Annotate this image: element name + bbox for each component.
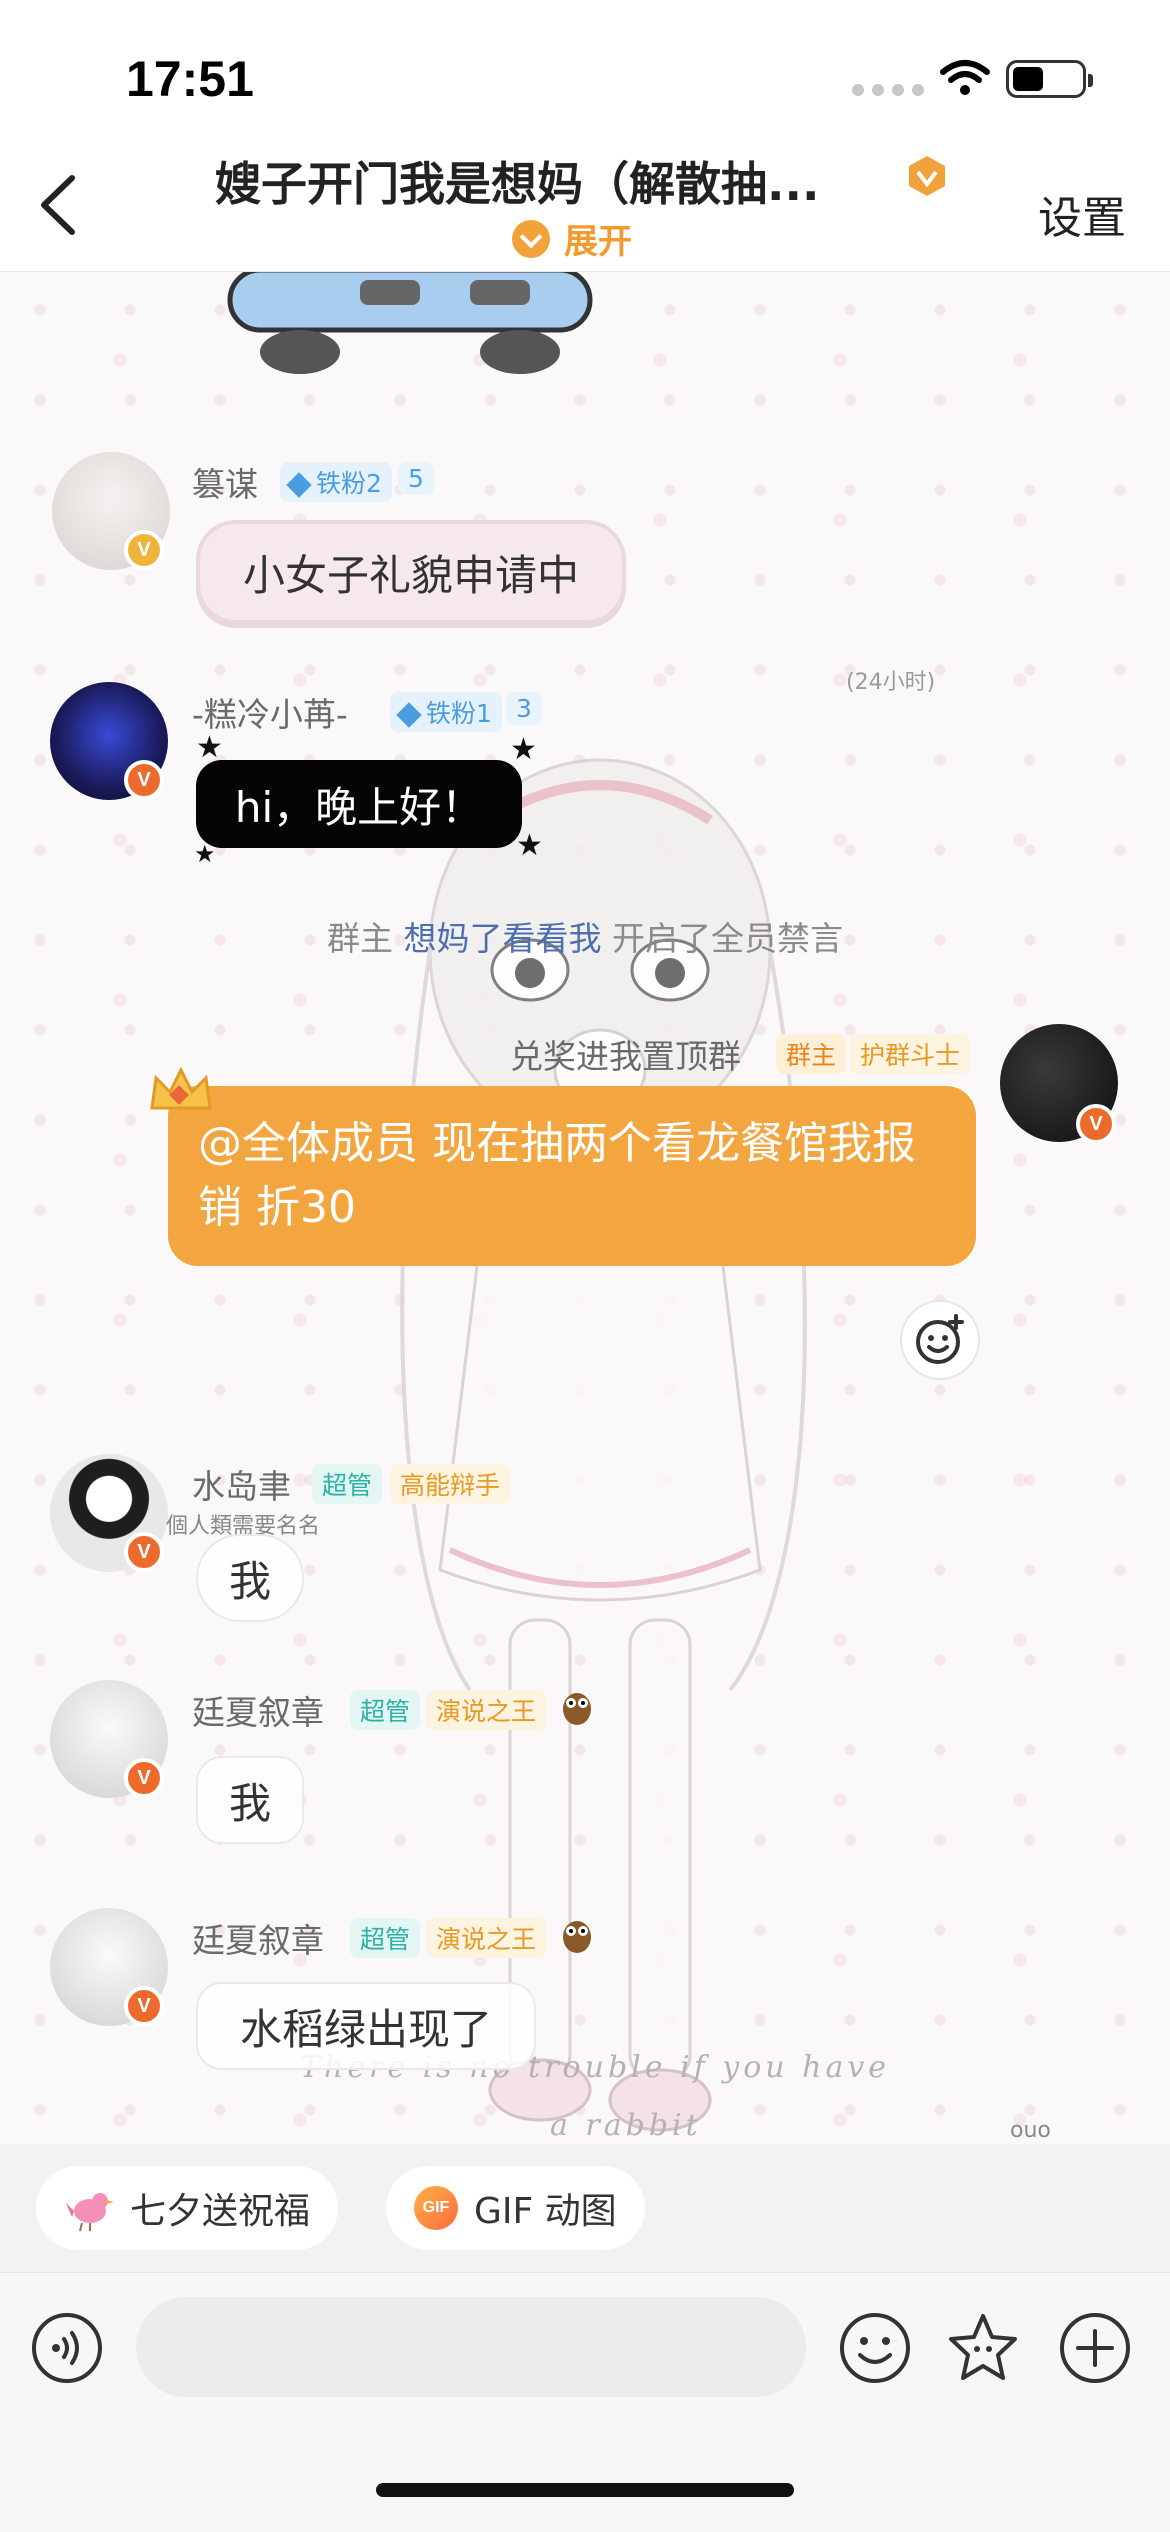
- chat-header: 嫂子开门我是想妈（解散抽... 展开 设置: [0, 140, 1170, 272]
- input-bar: [0, 2272, 1170, 2532]
- chip-label: 七夕送祝福: [130, 2191, 311, 2232]
- system-actor-link[interactable]: 想妈了看看我: [404, 919, 602, 958]
- home-indicator: [376, 2483, 794, 2497]
- fan-tag: 铁粉1: [390, 692, 502, 732]
- owl-icon: [563, 1921, 591, 1953]
- qixi-greeting-chip[interactable]: 七夕送祝福: [36, 2166, 339, 2250]
- emoji-icon[interactable]: [838, 2311, 912, 2385]
- message-bubble[interactable]: 我: [196, 1756, 304, 1844]
- bird-icon: [66, 2193, 114, 2232]
- message-bubble[interactable]: @全体成员 现在抽两个看龙餐馆我报销 折30: [168, 1086, 976, 1266]
- owner-tag: 群主: [776, 1034, 847, 1074]
- group-title[interactable]: 嫂子开门我是想妈（解散抽...: [215, 148, 905, 214]
- admin-tag: 超管: [350, 1918, 421, 1958]
- cellular-signal-icon: [852, 84, 924, 96]
- expand-label: 展开: [564, 222, 632, 262]
- message-bubble[interactable]: 我: [196, 1534, 304, 1622]
- status-time: 17:51: [126, 51, 254, 107]
- gif-chip[interactable]: GIF GIF 动图: [386, 2166, 645, 2250]
- smile-plus-icon: [916, 1314, 964, 1364]
- fan-level: 5: [398, 462, 434, 495]
- title-tag: 高能辩手: [390, 1464, 511, 1504]
- verified-icon: V: [124, 1532, 164, 1572]
- chip-label: GIF 动图: [474, 2191, 617, 2232]
- verified-icon: V: [124, 1758, 164, 1798]
- sticker-icon[interactable]: [946, 2311, 1020, 2385]
- verified-icon: V: [1076, 1104, 1116, 1144]
- wifi-icon: [940, 60, 990, 95]
- star-decoration-icon: ★: [510, 732, 537, 767]
- time-note: (24小时): [846, 670, 936, 695]
- owl-icon: [563, 1693, 591, 1725]
- status-bar: 17:51: [0, 0, 1170, 140]
- expand-button[interactable]: 展开: [512, 214, 632, 263]
- battery-icon: [1006, 60, 1093, 98]
- nickname[interactable]: 廷夏叙章: [192, 1686, 324, 1734]
- fan-tag: 铁粉2: [280, 462, 392, 502]
- admin-tag: 超管: [350, 1690, 421, 1730]
- admin-tag: 超管: [312, 1464, 383, 1504]
- add-reaction-button[interactable]: [900, 1300, 980, 1380]
- title-tag: 护群斗士: [850, 1034, 971, 1074]
- message-bubble[interactable]: hi，晚上好！: [196, 760, 522, 848]
- message-bubble[interactable]: 水稻绿出现了: [196, 1982, 536, 2070]
- fan-level: 3: [506, 692, 542, 725]
- system-message: 群主 想妈了看看我 开启了全员禁言: [327, 919, 843, 958]
- voice-icon[interactable]: [30, 2311, 104, 2385]
- chevron-down-icon: [512, 219, 550, 258]
- verified-icon: V: [124, 760, 164, 800]
- nickname[interactable]: 水岛聿: [192, 1460, 291, 1508]
- message-bubble[interactable]: 小女子礼貌申请中: [196, 520, 626, 624]
- plus-icon[interactable]: [1058, 2311, 1132, 2385]
- nickname[interactable]: 廷夏叙章: [192, 1914, 324, 1962]
- title-tag: 演说之王: [426, 1690, 547, 1730]
- wallpaper-corner-text: ouo: [1010, 2118, 1051, 2143]
- crown-icon: [150, 1066, 212, 1110]
- gif-icon: GIF: [414, 2186, 458, 2230]
- nickname[interactable]: 篡谋: [192, 458, 258, 506]
- nickname[interactable]: 兑奖进我置顶群: [510, 1030, 741, 1078]
- nickname[interactable]: -糕冷小苒-: [192, 688, 348, 736]
- wallpaper-script-line2: a rabbit: [550, 2108, 702, 2143]
- quick-actions-bar: 七夕送祝福 GIF GIF 动图: [0, 2144, 1170, 2272]
- back-button[interactable]: [28, 170, 88, 240]
- wallpaper-pet: [227, 270, 593, 374]
- title-tag: 演说之王: [426, 1918, 547, 1958]
- star-decoration-icon: ★: [516, 828, 543, 863]
- settings-button[interactable]: 设置: [1038, 182, 1126, 246]
- verified-group-icon: [909, 156, 945, 196]
- verified-icon: V: [124, 1986, 164, 2026]
- verified-icon: V: [124, 530, 164, 570]
- message-input[interactable]: [136, 2297, 806, 2397]
